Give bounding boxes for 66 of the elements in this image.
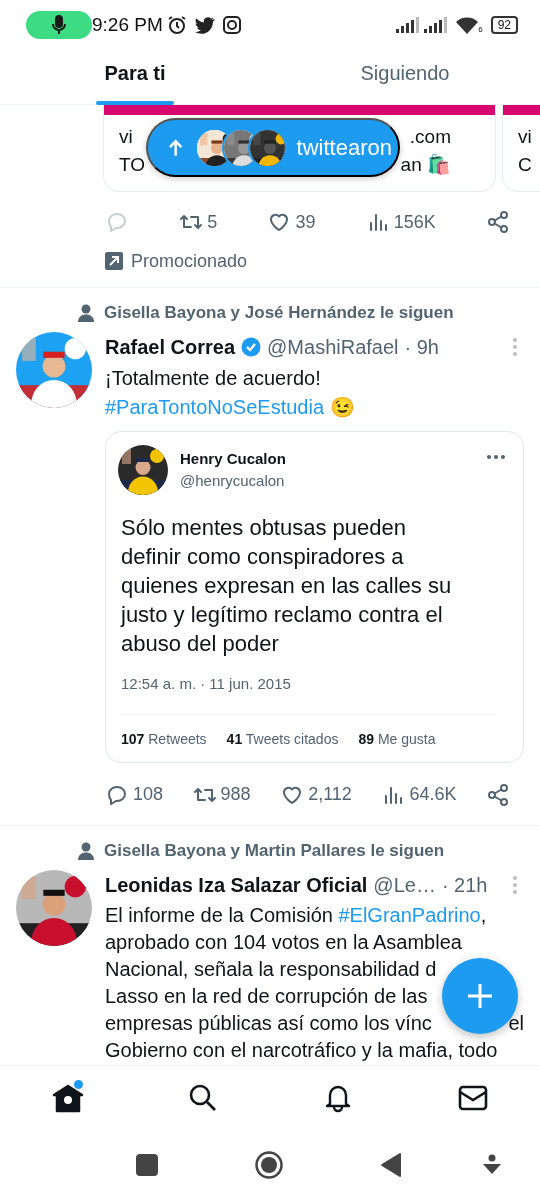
recents-icon[interactable]	[134, 1151, 160, 1178]
card-text: .com	[409, 125, 451, 149]
tweet-text: Gobierno con el narcotráfico y la mafia, todo	[105, 1037, 498, 1063]
alarm-icon	[166, 15, 187, 35]
card-text: vi	[119, 125, 133, 149]
card-text: vi	[518, 125, 532, 149]
retweet-button[interactable]: 988	[192, 781, 251, 808]
tab[interactable]: Siguiendo	[270, 50, 540, 105]
bird-icon	[194, 16, 215, 34]
author-name: Henry Cucalon	[180, 448, 287, 469]
author-handle[interactable]: @Le…	[373, 869, 436, 900]
signal-icon	[396, 17, 421, 33]
home-button-icon[interactable]	[254, 1149, 284, 1180]
more-icon[interactable]	[487, 455, 505, 459]
tweet-text: aprobado con 104 votos en la Asamblea	[105, 929, 462, 955]
tab[interactable]: Para ti	[0, 50, 270, 105]
camera-icon	[222, 16, 241, 34]
wifi-icon	[456, 16, 479, 34]
tweet-text: empresas públicas así como los vínc	[105, 1010, 432, 1036]
stat-text: 41 Tweets citados	[226, 729, 339, 749]
views-button[interactable]: 64.6K	[381, 781, 457, 808]
author-name[interactable]: Leonidas Iza Salazar Oficial	[105, 869, 368, 900]
stat-text: 107 Retweets	[121, 729, 207, 749]
promoted-label: Promocionado	[131, 249, 248, 273]
quote-text: Sólo mentes obtusas pueden definir como conspiradores a quienes expresan en las calles su justo y legítimo reclamo contra el abuso del poder	[119, 514, 453, 658]
tweet-text: el	[508, 1010, 524, 1036]
like-button[interactable]: 2,112	[280, 781, 352, 808]
tweet-time: · 9h	[404, 335, 439, 360]
person-icon	[78, 304, 94, 322]
battery-indicator: 92	[490, 16, 518, 34]
reply-button[interactable]: 108	[105, 781, 164, 808]
tweet-time: · 21h	[441, 872, 488, 898]
card-text: C	[518, 153, 532, 177]
social-context: Gisella Bayona y José Hernández le siguen	[104, 302, 454, 325]
card-text: TO	[119, 153, 146, 177]
tweet-text: Lasso en la red de corrupción de las	[105, 983, 428, 1009]
person-icon	[78, 841, 94, 860]
promo-card[interactable]: vi C	[502, 105, 540, 192]
back-icon[interactable]	[380, 1151, 402, 1178]
stat-text: 89 Me gusta	[358, 729, 436, 749]
plus-icon	[466, 982, 494, 1010]
wifi-label: 6	[478, 25, 483, 34]
retweet-button[interactable]: 5	[179, 208, 218, 236]
tweet-date: 12:54 a. m. · 11 jun. 2015	[120, 674, 292, 694]
share-button[interactable]	[485, 210, 510, 234]
author-name[interactable]: Rafael Correa	[105, 332, 236, 362]
views-button[interactable]: 156K	[365, 208, 436, 236]
tweet-text: El informe de la Comisión #ElGranPadrino,	[105, 902, 487, 928]
card-text: an 🛍	[400, 153, 451, 177]
tweet-text: ¡Totalmente de acuerdo!	[105, 366, 321, 391]
microphone-indicator	[26, 11, 92, 39]
clock-time: 9:26 PM	[92, 12, 163, 37]
signal-icon	[424, 17, 449, 33]
social-context: Gisella Bayona y Martin Pallares le siguen	[104, 839, 445, 862]
accessibility-icon[interactable]	[482, 1153, 502, 1176]
author-handle[interactable]: @MashiRafael	[267, 332, 399, 362]
tweet-text: #ParaTontoNoSeEstudia 😉	[105, 395, 355, 420]
quoted-tweet[interactable]	[105, 431, 524, 763]
arrow-up-icon	[168, 138, 184, 157]
share-icon	[486, 782, 510, 807]
tweet-text: Nacional, señala la responsabilidad d	[105, 956, 437, 982]
author-handle: @henrycucalon	[180, 471, 286, 491]
share-icon	[485, 210, 510, 234]
reply-icon	[105, 210, 129, 234]
like-button[interactable]: 39	[267, 208, 316, 236]
share-button[interactable]	[486, 782, 510, 807]
